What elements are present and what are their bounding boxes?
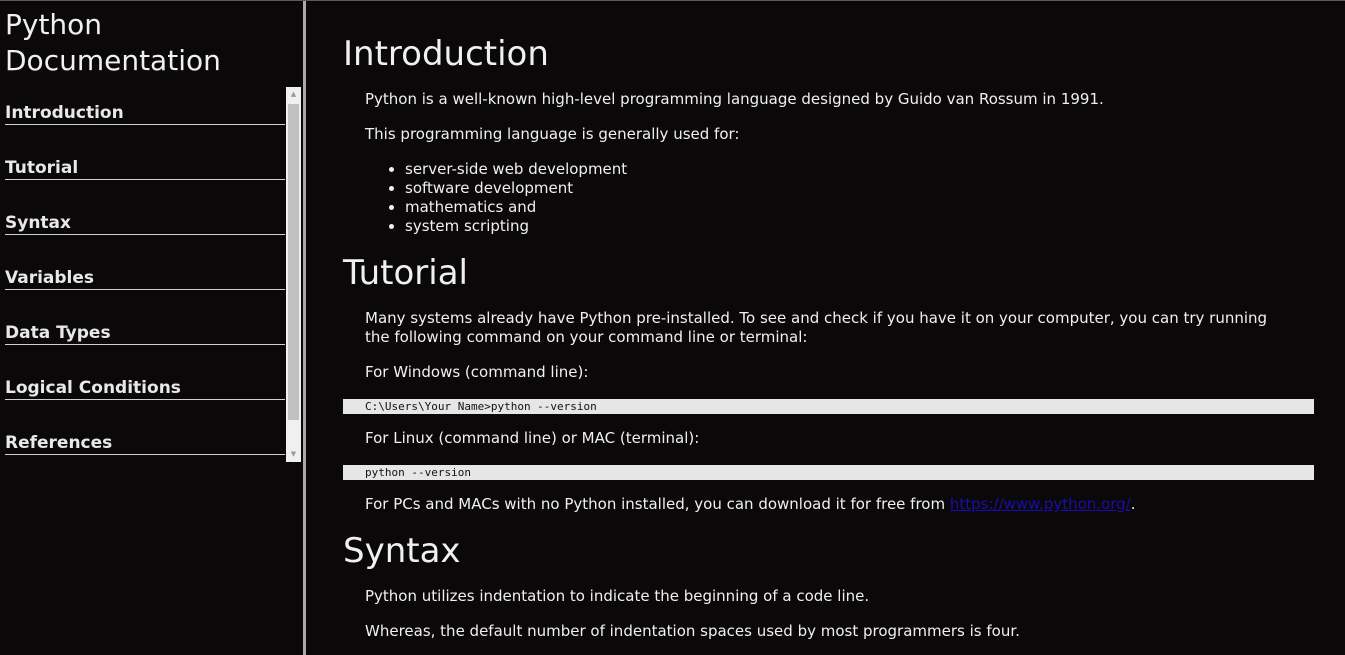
- nav-link-logical-conditions[interactable]: Logical Conditions: [5, 362, 285, 417]
- nav-link-label: Syntax: [5, 213, 285, 235]
- list-item: server-side web development: [405, 160, 627, 179]
- tutorial-paragraph: For Linux (command line) or MAC (termina…: [365, 429, 700, 447]
- main-content[interactable]: Introduction Python is a well-known high…: [306, 1, 1345, 655]
- nav-link-variables[interactable]: Variables: [5, 252, 285, 307]
- syntax-paragraph: Whereas, the default number of indentati…: [365, 622, 1020, 640]
- sidebar-nav: Python Documentation Introduction Tutori…: [0, 1, 303, 655]
- nav-link-label: References: [5, 433, 285, 455]
- code-block-unix: python --version: [343, 465, 1314, 480]
- scroll-thumb[interactable]: [288, 104, 299, 420]
- section-heading-introduction: Introduction: [343, 34, 549, 74]
- nav-link-label: Tutorial: [5, 158, 285, 180]
- nav-link-label: Variables: [5, 268, 285, 290]
- tutorial-paragraph: Many systems already have Python pre-ins…: [365, 309, 1268, 346]
- nav-link-syntax[interactable]: Syntax: [5, 197, 285, 252]
- nav-link-introduction[interactable]: Introduction: [5, 87, 285, 142]
- scroll-up-arrow-icon[interactable]: ▲: [286, 87, 301, 102]
- intro-paragraph: Python is a well-known high-level progra…: [365, 90, 1104, 108]
- download-text: For PCs and MACs with no Python installe…: [365, 495, 950, 513]
- list-item: mathematics and: [405, 198, 627, 217]
- download-text-suffix: .: [1130, 495, 1136, 513]
- nav-link-label: Data Types: [5, 323, 285, 345]
- section-heading-syntax: Syntax: [343, 531, 461, 571]
- scroll-down-arrow-icon[interactable]: ▼: [286, 447, 301, 462]
- code-block-windows: C:\Users\Your Name>python --version: [343, 399, 1314, 414]
- nav-link-tutorial[interactable]: Tutorial: [5, 142, 285, 197]
- tutorial-paragraph: For Windows (command line):: [365, 363, 589, 381]
- section-heading-tutorial: Tutorial: [343, 253, 468, 293]
- list-item: system scripting: [405, 217, 627, 236]
- intro-bullet-list: server-side web development software dev…: [365, 160, 627, 236]
- syntax-paragraph: Python utilizes indentation to indicate …: [365, 587, 870, 605]
- nav-scrollbar[interactable]: ▲ ▼: [286, 87, 301, 462]
- tutorial-download-paragraph: For PCs and MACs with no Python installe…: [365, 495, 1285, 514]
- nav-link-references[interactable]: References: [5, 417, 285, 462]
- sidebar-title: Python Documentation: [5, 8, 221, 77]
- nav-list: Introduction Tutorial Syntax Variables D…: [5, 87, 285, 462]
- nav-link-label: Introduction: [5, 103, 285, 125]
- python-org-link[interactable]: https://www.python.org/: [950, 495, 1131, 513]
- intro-paragraph: This programming language is generally u…: [365, 125, 740, 143]
- page: Python Documentation Introduction Tutori…: [0, 0, 1345, 655]
- nav-link-label: Logical Conditions: [5, 378, 285, 400]
- nav-link-data-types[interactable]: Data Types: [5, 307, 285, 362]
- list-item: software development: [405, 179, 627, 198]
